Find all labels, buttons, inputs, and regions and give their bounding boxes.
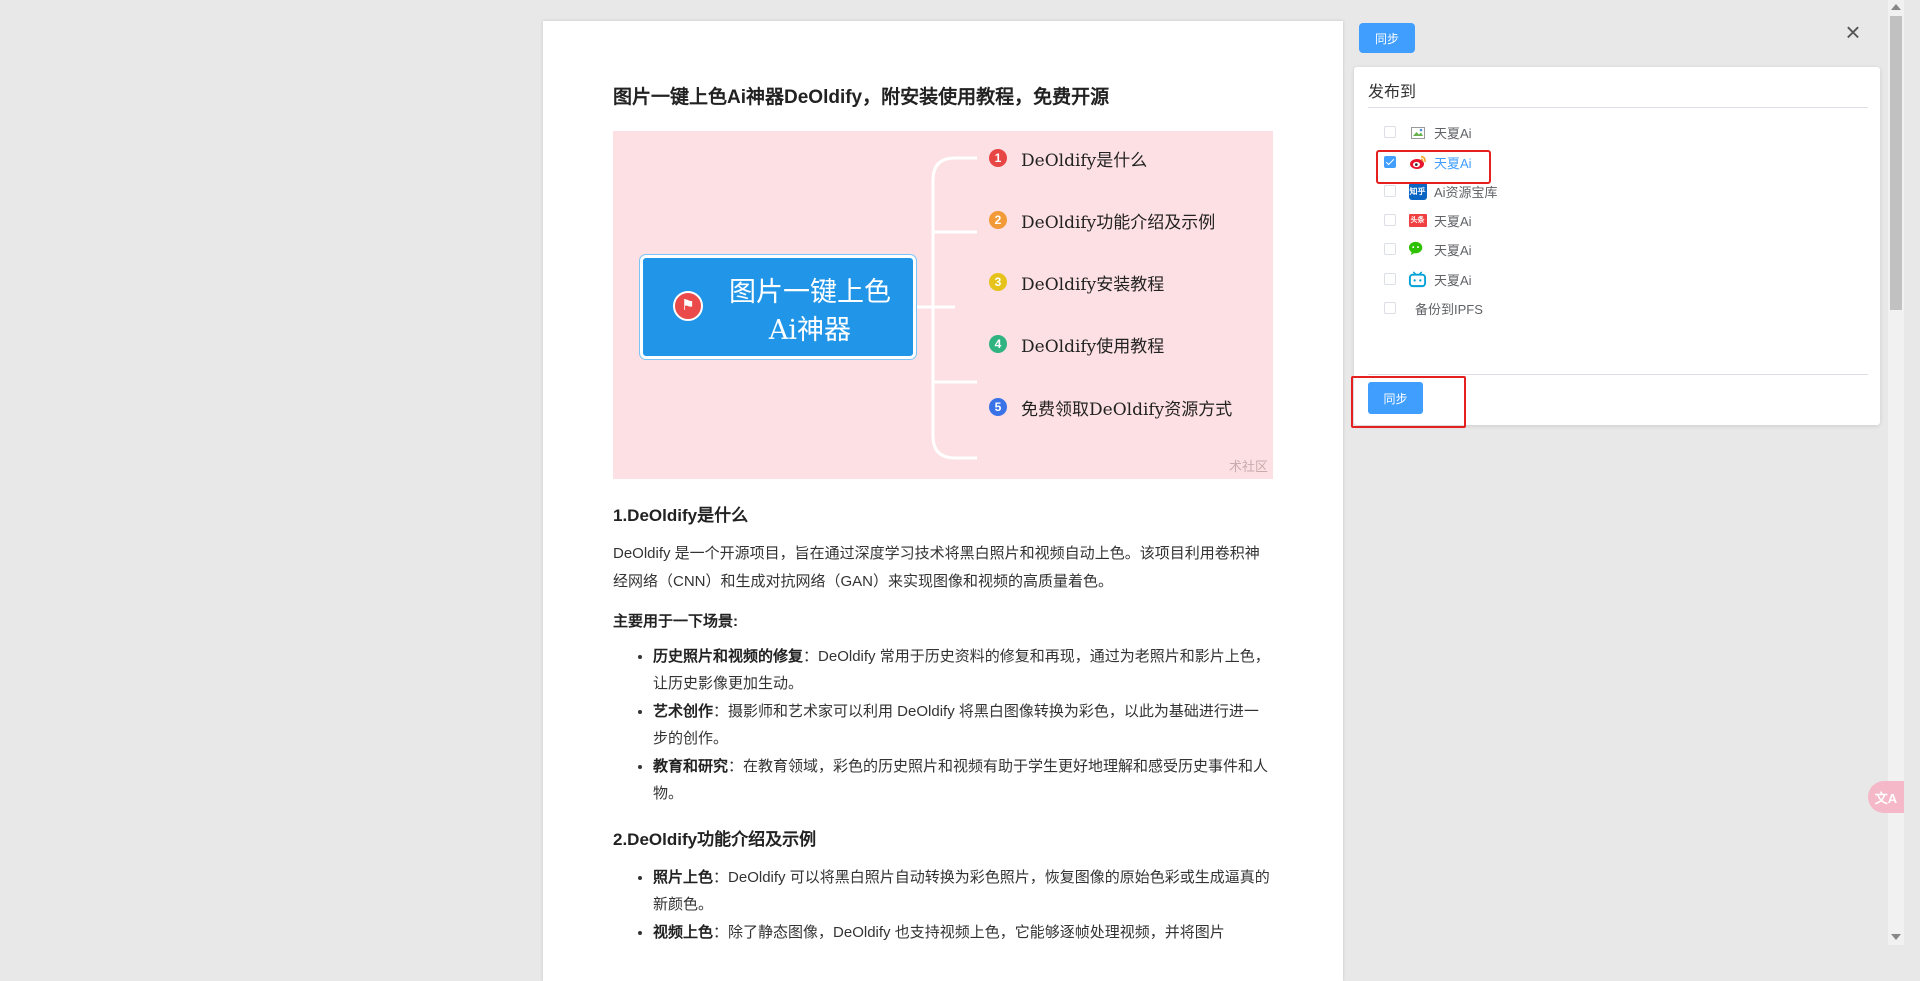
close-icon[interactable]: × [1841, 19, 1865, 45]
list-item: 照片上色：DeOldify 可以将黑白照片自动转换为彩色照片，恢复图像的原始色彩… [653, 864, 1273, 918]
list-item-term: 教育和研究 [653, 758, 729, 775]
mindmap-center-label: 图片一键上色Ai神器 [729, 277, 891, 346]
mindmap-item-number: 5 [989, 398, 1007, 416]
highlight-box-sync [1351, 376, 1466, 428]
mindmap-item-number: 2 [989, 211, 1007, 229]
mindmap-item: 4 DeOldify使用教程 [989, 332, 1165, 357]
mindmap-item-number: 4 [989, 335, 1007, 353]
mindmap-item-label: 免费领取DeOldify资源方式 [1021, 399, 1233, 420]
publish-option[interactable]: 备份到IPFS [1384, 297, 1483, 319]
publish-panel-title: 发布到 [1368, 84, 1417, 101]
publish-option-checkbox[interactable] [1384, 185, 1396, 197]
mindmap-item-number: 3 [989, 273, 1007, 291]
list-item-text: ：DeOldify 可以将黑白照片自动转换为彩色照片，恢复图像的原始色彩或生成逼… [653, 869, 1270, 913]
section1-paragraph: DeOldify 是一个开源项目，旨在通过深度学习技术将黑白照片和视频自动上色。… [613, 545, 1260, 590]
publish-panel: 发布到 天夏Ai 天夏Ai 知乎 Ai资源宝库 头条 天夏Ai 天夏Ai 天夏Ai 备份到IPF… [1354, 67, 1880, 425]
list-item-text: ：在教育领域，彩色的历史照片和视频有助于学生更好地理解和感受历史事件和人物。 [653, 758, 1269, 802]
mindmap-item: 5 免费领取DeOldify资源方式 [989, 395, 1233, 420]
mindmap-image: ⚑ 图片一键上色Ai神器 1 DeOldify是什么 2 DeOldify功能介绍及示… [613, 131, 1273, 479]
section1-heading: 1.DeOldify是什么 [613, 506, 749, 525]
publish-option-checkbox[interactable] [1384, 126, 1396, 138]
highlight-box-weibo [1376, 150, 1491, 184]
article-paper: 图片一键上色Ai神器DeOldify，附安装使用教程，免费开源 ⚑ 图片一键上色… [543, 21, 1343, 981]
publish-option-label: 备份到IPFS [1415, 301, 1483, 317]
article-content: 图片一键上色Ai神器DeOldify，附安装使用教程，免费开源 ⚑ 图片一键上色… [613, 83, 1273, 947]
list-item-text: ：摄影师和艺术家可以利用 DeOldify 将黑白图像转换为彩色，以此为基础进行… [653, 703, 1259, 747]
publish-option-label: 天夏Ai [1434, 125, 1472, 141]
flag-icon: ⚑ [673, 291, 703, 321]
mindmap-item: 2 DeOldify功能介绍及示例 [989, 208, 1216, 233]
sync-top-button[interactable]: 同步 [1359, 23, 1415, 53]
list-item-text: ：除了静态图像，DeOldify 也支持视频上色，它能够逐帧处理视频，并将图片 [713, 924, 1225, 941]
features-list: 照片上色：DeOldify 可以将黑白照片自动转换为彩色照片，恢复图像的原始色彩… [613, 864, 1273, 946]
scrollbar-thumb[interactable] [1890, 16, 1902, 310]
list-item: 视频上色：除了静态图像，DeOldify 也支持视频上色，它能够逐帧处理视频，并… [653, 919, 1273, 946]
divider [1368, 374, 1868, 375]
bilibili-icon [1408, 270, 1427, 289]
translate-button[interactable]: 文A [1868, 781, 1904, 813]
section2-heading: 2.DeOldify功能介绍及示例 [613, 830, 817, 849]
publish-option-checkbox[interactable] [1384, 302, 1396, 314]
publish-option[interactable]: 天夏Ai [1384, 268, 1472, 290]
scroll-down-arrow-icon[interactable] [1891, 934, 1901, 940]
toutiao-icon: 头条 [1408, 211, 1427, 230]
zhihu-icon: 知乎 [1408, 182, 1427, 201]
mindmap-item-number: 1 [989, 149, 1007, 167]
mindmap-item-label: DeOldify是什么 [1021, 150, 1148, 171]
publish-option-label: 天夏Ai [1434, 272, 1472, 288]
mindmap-item: 1 DeOldify是什么 [989, 146, 1148, 171]
mindmap-center-node: ⚑ 图片一键上色Ai神器 [640, 255, 916, 359]
list-item-term: 历史照片和视频的修复 [653, 648, 804, 665]
mindmap-item-label: DeOldify使用教程 [1021, 336, 1165, 357]
publish-option[interactable]: 天夏Ai [1384, 238, 1472, 260]
publish-option[interactable]: 天夏Ai [1384, 121, 1472, 143]
article-title: 图片一键上色Ai神器DeOldify，附安装使用教程，免费开源 [613, 87, 1110, 108]
scroll-up-arrow-icon[interactable] [1891, 4, 1901, 10]
mindmap-item: 3 DeOldify安装教程 [989, 270, 1165, 295]
list-item: 艺术创作：摄影师和艺术家可以利用 DeOldify 将黑白图像转换为彩色，以此为… [653, 698, 1273, 752]
scenes-list: 历史照片和视频的修复：DeOldify 常用于历史资料的修复和再现，通过为老照片… [613, 643, 1273, 807]
list-item-term: 照片上色 [653, 869, 714, 886]
mindmap-watermark: 术社区 [1228, 459, 1268, 474]
wechat-icon [1408, 240, 1427, 259]
mindmap-item-label: DeOldify安装教程 [1021, 274, 1165, 295]
list-item-term: 视频上色 [653, 924, 714, 941]
broken-image-icon [1408, 123, 1427, 142]
scenes-heading: 主要用于一下场景: [613, 613, 738, 630]
list-item: 历史照片和视频的修复：DeOldify 常用于历史资料的修复和再现，通过为老照片… [653, 643, 1273, 697]
publish-option-checkbox[interactable] [1384, 214, 1396, 226]
publish-option-label: 天夏Ai [1434, 213, 1472, 229]
list-item-term: 艺术创作 [653, 703, 714, 720]
publish-option-checkbox[interactable] [1384, 273, 1396, 285]
publish-option-label: 天夏Ai [1434, 242, 1472, 258]
mindmap-item-label: DeOldify功能介绍及示例 [1021, 212, 1216, 233]
publish-option-checkbox[interactable] [1384, 243, 1396, 255]
publish-option[interactable]: 头条 天夏Ai [1384, 209, 1472, 231]
list-item: 教育和研究：在教育领域，彩色的历史照片和视频有助于学生更好地理解和感受历史事件和… [653, 753, 1273, 807]
divider [1368, 107, 1868, 108]
publish-option-label: Ai资源宝库 [1434, 184, 1498, 200]
